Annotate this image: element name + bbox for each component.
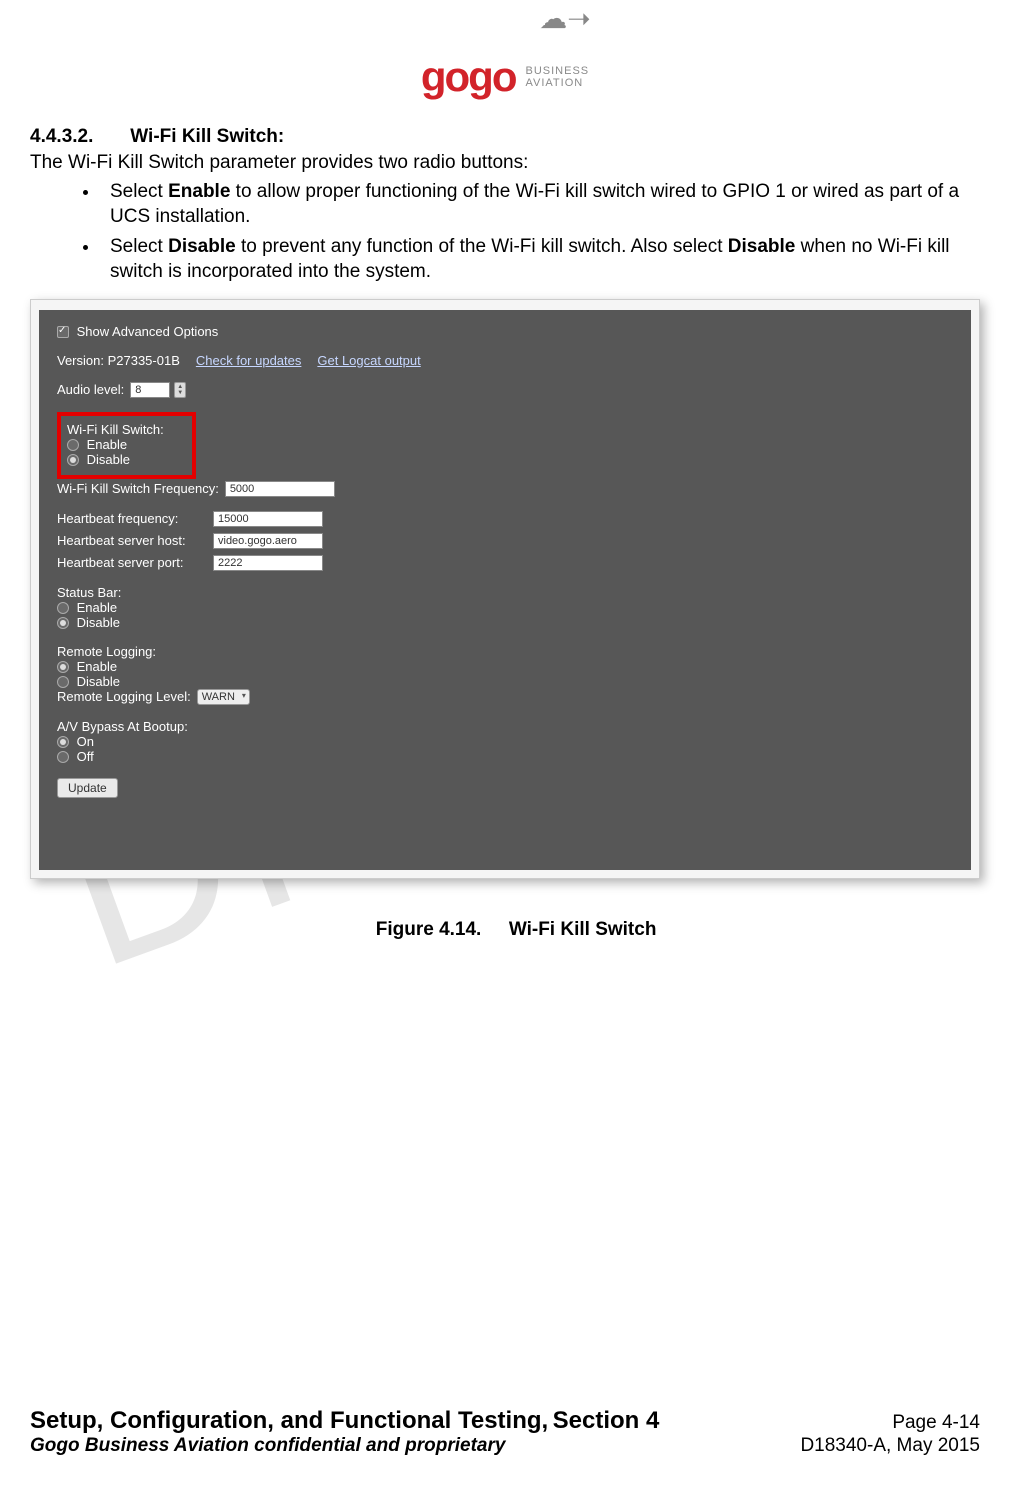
page-footer: Setup, Configuration, and Functional Tes… [30,1407,980,1457]
footer-title: Setup, Configuration, and Functional Tes… [30,1407,548,1434]
screenshot-frame: Show Advanced Options Version: P27335-01… [30,299,980,879]
status-bar-disable-label: Disable [77,615,120,630]
remote-log-label: Remote Logging: [57,644,953,659]
version-label: Version: P27335-01B [57,353,180,368]
remote-log-enable-label: Enable [77,659,117,674]
logo-subtitle: BUSINESSAVIATION [525,65,589,89]
section-title: Wi-Fi Kill Switch: [130,126,284,147]
remote-log-level-label: Remote Logging Level: [57,689,191,704]
remote-log-enable-radio[interactable] [57,661,69,673]
status-bar-enable-label: Enable [77,600,117,615]
hb-freq-label: Heartbeat frequency: [57,511,207,526]
av-bypass-off-label: Off [77,749,94,764]
status-bar-label: Status Bar: [57,585,953,600]
figure-title: Wi-Fi Kill Switch [509,919,657,940]
footer-doc-id: D18340-A, May 2015 [800,1435,980,1457]
section-number: 4.4.3.2. [30,126,125,148]
wifi-kill-highlight: Wi-Fi Kill Switch: Enable Disable [57,412,196,479]
show-advanced-checkbox[interactable] [57,326,69,338]
wifi-kill-enable-radio[interactable] [67,439,79,451]
remote-log-disable-radio[interactable] [57,676,69,688]
hb-host-label: Heartbeat server host: [57,533,207,548]
footer-confidential: Gogo Business Aviation confidential and … [30,1435,505,1457]
logo-block: ☁➝ gogo BUSINESSAVIATION [30,20,980,101]
bullet-enable: Select Enable to allow proper functionin… [100,180,970,229]
audio-level-stepper[interactable]: ▲▼ [174,382,186,398]
av-bypass-label: A/V Bypass At Bootup: [57,719,953,734]
wifi-kill-disable-radio[interactable] [67,454,79,466]
status-bar-disable-radio[interactable] [57,617,69,629]
section-heading: 4.4.3.2. Wi-Fi Kill Switch: [30,126,980,148]
footer-page: Page 4-14 [892,1412,980,1434]
logo-brand: gogo [421,53,516,101]
show-advanced-label: Show Advanced Options [77,324,219,339]
hb-port-label: Heartbeat server port: [57,555,207,570]
audio-level-input[interactable]: 8 [130,382,170,398]
bullet-disable: Select Disable to prevent any function o… [100,235,970,284]
cloud-arrow-icon: ☁➝ [539,3,590,34]
get-logcat-link[interactable]: Get Logcat output [317,353,420,368]
remote-log-disable-label: Disable [77,674,120,689]
av-bypass-on-label: On [77,734,94,749]
hb-port-input[interactable]: 2222 [213,555,323,571]
check-updates-link[interactable]: Check for updates [196,353,302,368]
wifi-freq-input[interactable]: 5000 [225,481,335,497]
figure-caption: Figure 4.14. Wi-Fi Kill Switch [30,919,980,941]
hb-freq-input[interactable]: 15000 [213,511,323,527]
wifi-kill-enable-label: Enable [87,437,127,452]
av-bypass-on-radio[interactable] [57,736,69,748]
status-bar-enable-radio[interactable] [57,602,69,614]
footer-section: Section 4 [553,1407,660,1434]
wifi-kill-label: Wi-Fi Kill Switch: [67,422,164,437]
settings-panel: Show Advanced Options Version: P27335-01… [39,310,971,870]
wifi-kill-disable-label: Disable [87,452,130,467]
intro-text: The Wi-Fi Kill Switch parameter provides… [30,152,980,174]
hb-host-input[interactable]: video.gogo.aero [213,533,323,549]
av-bypass-off-radio[interactable] [57,751,69,763]
update-button[interactable]: Update [57,778,118,798]
audio-level-label: Audio level: [57,382,124,397]
wifi-freq-label: Wi-Fi Kill Switch Frequency: [57,481,219,496]
remote-log-level-select[interactable]: WARN [197,689,250,705]
figure-number: Figure 4.14. [354,919,504,941]
